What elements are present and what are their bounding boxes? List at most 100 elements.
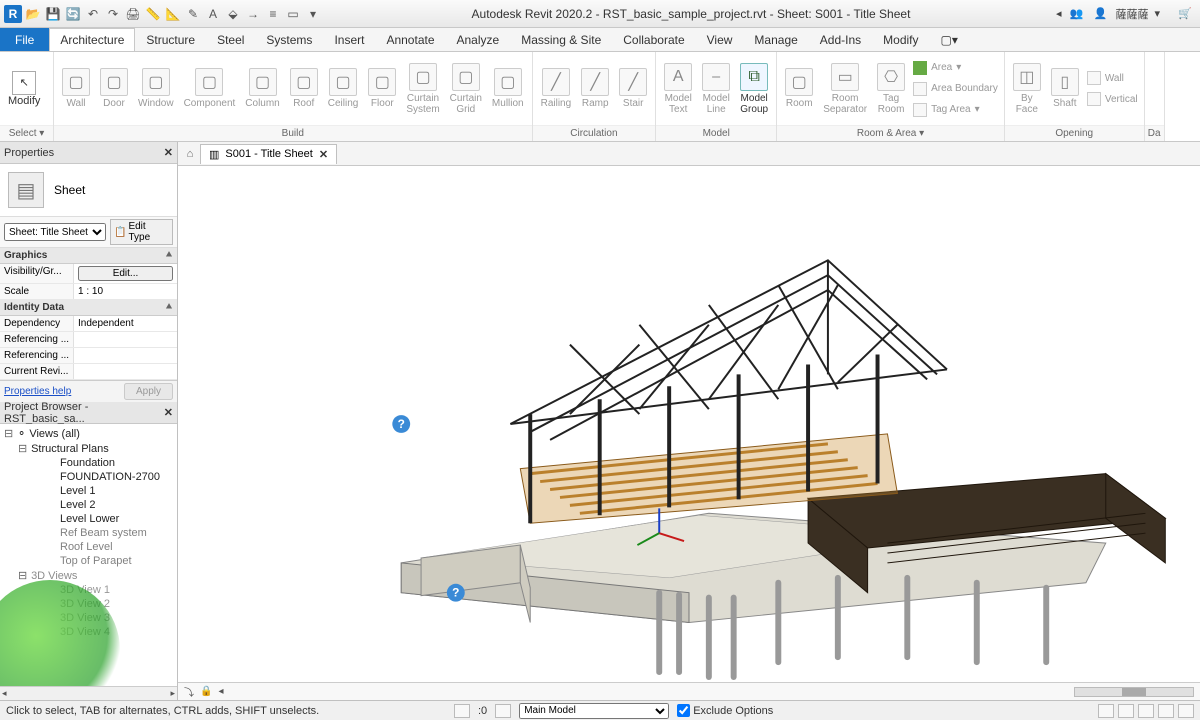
vertical-opening-button[interactable]: Vertical <box>1087 89 1138 109</box>
section-identity[interactable]: Identity Data⯅ <box>0 300 177 316</box>
revit-logo-icon[interactable]: R <box>4 5 22 23</box>
apply-button[interactable]: Apply <box>124 383 173 400</box>
tag-room-button[interactable]: ⎔Tag Room <box>873 59 909 119</box>
edit-visibility-button[interactable]: Edit... <box>78 266 173 281</box>
tab-extra-icon[interactable]: ▢▾ <box>930 28 969 51</box>
build-curtain-system-button[interactable]: ▢Curtain System <box>402 59 443 119</box>
thin-lines-icon[interactable]: ≡ <box>264 5 282 23</box>
tree-3d-3d-view-1[interactable]: 3D View 1 <box>0 583 177 597</box>
status-model-icon[interactable] <box>495 704 511 718</box>
keyboard-icon[interactable]: ◂ <box>1056 7 1062 20</box>
build-mullion-button[interactable]: ▢Mullion <box>488 59 528 119</box>
model-model-line-button[interactable]: ⎯Model Line <box>698 59 734 119</box>
v-ref2[interactable] <box>74 348 177 363</box>
area-button[interactable]: Area ▾ <box>913 58 998 78</box>
status-link-icon[interactable] <box>1178 704 1194 718</box>
v-scale[interactable]: 1 : 10 <box>74 284 177 299</box>
build-column-button[interactable]: ▢Column <box>241 59 283 119</box>
close-views-icon[interactable]: ▭ <box>284 5 302 23</box>
edit-type-button[interactable]: 📋 Edit Type <box>110 219 173 245</box>
tab-massing[interactable]: Massing & Site <box>510 28 612 51</box>
close-properties-icon[interactable]: ✕ <box>164 146 173 159</box>
shaft-button[interactable]: ▯Shaft <box>1047 59 1083 119</box>
tree-root[interactable]: ⊟ ⚬ Views (all) <box>0 426 177 441</box>
wall-opening-button[interactable]: Wall <box>1087 68 1138 88</box>
tree-plan-foundation[interactable]: Foundation <box>0 456 177 470</box>
modify-button[interactable]: ↖ Modify <box>4 67 44 111</box>
build-wall-button[interactable]: ▢Wall <box>58 59 94 119</box>
tab-view[interactable]: View <box>696 28 744 51</box>
dimension-icon[interactable]: 📐 <box>164 5 182 23</box>
type-selector[interactable]: ▤ Sheet <box>0 164 177 216</box>
view-lock-icon[interactable]: 🔒 <box>200 686 212 697</box>
status-drag-icon[interactable] <box>1138 704 1154 718</box>
v-ref1[interactable] <box>74 332 177 347</box>
undo-icon[interactable]: ↶ <box>84 5 102 23</box>
cart-icon[interactable]: 🛒 <box>1176 5 1194 23</box>
build-curtain-grid-button[interactable]: ▢Curtain Grid <box>446 59 486 119</box>
tree-plan-level-1[interactable]: Level 1 <box>0 484 177 498</box>
open-icon[interactable]: 📂 <box>24 5 42 23</box>
build-component-button[interactable]: ▢Component <box>180 59 240 119</box>
design-option-select[interactable]: Main Model <box>519 703 669 719</box>
tab-modify[interactable]: Modify <box>872 28 929 51</box>
tree-3d-views[interactable]: ⊟ 3D Views <box>0 568 177 583</box>
v-dep[interactable]: Independent <box>74 316 177 331</box>
tree-plan-top-of-parapet[interactable]: Top of Parapet <box>0 554 177 568</box>
horizontal-scrollbar[interactable] <box>1074 687 1194 697</box>
text-icon[interactable]: A <box>204 5 222 23</box>
switch-windows-icon[interactable]: ▾ <box>304 5 322 23</box>
home-view-icon[interactable]: ⌂ <box>182 146 198 162</box>
browser-scrollbar[interactable]: ◂▸ <box>0 686 177 700</box>
tab-collaborate[interactable]: Collaborate <box>612 28 695 51</box>
room-button[interactable]: ▢Room <box>781 59 817 119</box>
properties-help-link[interactable]: Properties help <box>4 386 71 397</box>
tab-insert[interactable]: Insert <box>323 28 375 51</box>
status-worksets-icon[interactable] <box>454 704 470 718</box>
tree-structural-plans[interactable]: ⊟ Structural Plans <box>0 441 177 456</box>
sync-icon[interactable]: 🔄 <box>64 5 82 23</box>
tab-systems[interactable]: Systems <box>255 28 323 51</box>
tag-area-button[interactable]: Tag Area ▾ <box>913 100 998 120</box>
3d-icon[interactable]: ⬙ <box>224 5 242 23</box>
tab-architecture[interactable]: Architecture <box>49 28 135 51</box>
help-dropdown-icon[interactable]: ▾ <box>1154 7 1160 20</box>
model-model-text-button[interactable]: AModel Text <box>660 59 696 119</box>
circ-ramp-button[interactable]: ╱Ramp <box>577 59 613 119</box>
tab-structure[interactable]: Structure <box>135 28 206 51</box>
close-view-icon[interactable]: ✕ <box>319 148 328 161</box>
status-select-icon[interactable] <box>1118 704 1134 718</box>
build-ceiling-button[interactable]: ▢Ceiling <box>324 59 363 119</box>
section-graphics[interactable]: Graphics⯅ <box>0 248 177 264</box>
tab-annotate[interactable]: Annotate <box>375 28 445 51</box>
section-icon[interactable]: → <box>244 5 262 23</box>
tab-steel[interactable]: Steel <box>206 28 255 51</box>
byface-button[interactable]: ◫By Face <box>1009 59 1045 119</box>
tree-plan-roof-level[interactable]: Roof Level <box>0 540 177 554</box>
user-invite-icon[interactable]: 👥 <box>1067 5 1085 23</box>
exclude-options-checkbox[interactable]: Exclude Options <box>677 704 773 717</box>
tab-analyze[interactable]: Analyze <box>446 28 511 51</box>
close-browser-icon[interactable]: ✕ <box>164 406 173 419</box>
measure-icon[interactable]: 📏 <box>144 5 162 23</box>
tree-plan-level-lower[interactable]: Level Lower <box>0 512 177 526</box>
build-roof-button[interactable]: ▢Roof <box>286 59 322 119</box>
tab-file[interactable]: File <box>0 28 49 51</box>
tree-plan-level-2[interactable]: Level 2 <box>0 498 177 512</box>
instance-select[interactable]: Sheet: Title Sheet <box>4 223 106 241</box>
tag-icon[interactable]: ✎ <box>184 5 202 23</box>
view-nav-icon[interactable]: ⤵ <box>184 684 194 699</box>
circ-stair-button[interactable]: ╱Stair <box>615 59 651 119</box>
circ-railing-button[interactable]: ╱Railing <box>537 59 576 119</box>
build-window-button[interactable]: ▢Window <box>134 59 178 119</box>
model-model-group-button[interactable]: ⧉Model Group <box>736 59 772 119</box>
build-floor-button[interactable]: ▢Floor <box>364 59 400 119</box>
build-door-button[interactable]: ▢Door <box>96 59 132 119</box>
tab-manage[interactable]: Manage <box>743 28 808 51</box>
view-tab-s001[interactable]: ▥ S001 - Title Sheet ✕ <box>200 144 337 164</box>
user-icon[interactable]: 👤 <box>1091 5 1109 23</box>
area-boundary-button[interactable]: Area Boundary <box>913 79 998 99</box>
tree-3d-3d-view-2[interactable]: 3D View 2 <box>0 597 177 611</box>
view-prev-icon[interactable]: ◂ <box>218 686 223 697</box>
tree-3d-3d-view-3[interactable]: 3D View 3 <box>0 611 177 625</box>
